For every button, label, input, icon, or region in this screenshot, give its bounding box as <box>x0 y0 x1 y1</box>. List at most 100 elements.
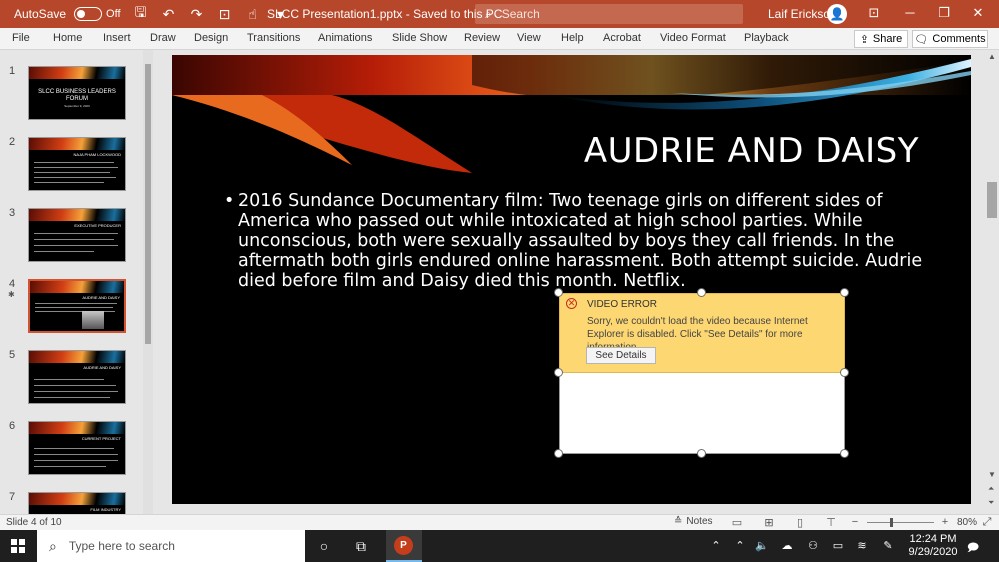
slide-title[interactable]: AUDRIE AND DAISY <box>584 131 919 171</box>
normal-view-icon[interactable]: ▭ <box>730 516 744 529</box>
present-icon[interactable]: ⊡ <box>217 6 233 23</box>
tab-view[interactable]: View <box>517 32 541 44</box>
tab-help[interactable]: Help <box>561 32 584 44</box>
slide-sorter-icon[interactable]: ⊞ <box>762 516 776 529</box>
slide-bullet-text[interactable]: • 2016 Sundance Documentary film: Two te… <box>224 191 924 291</box>
previous-slide-icon[interactable]: ⏶ <box>988 484 994 494</box>
task-view-icon[interactable]: ⧉ <box>352 538 370 555</box>
autosave-toggle[interactable] <box>74 7 103 21</box>
scrollbar-thumb[interactable] <box>145 64 151 344</box>
canvas-scrollbar[interactable]: ▲ ▼ ⏶ ⏷ <box>985 50 999 514</box>
thumbnail-text-line <box>34 182 104 183</box>
share-button[interactable]: ⇪ Share <box>854 30 908 48</box>
slide-thumbnail-1[interactable]: SLCC BUSINESS LEADERS FORUM September 9,… <box>28 66 126 120</box>
minimize-icon[interactable]: ─ <box>900 5 920 20</box>
taskbar-clock[interactable]: 12:24 PM 9/29/2020 <box>905 533 961 559</box>
thumbnail-title: SLCC BUSINESS LEADERS FORUM <box>38 89 116 102</box>
resize-handle[interactable] <box>840 449 849 458</box>
thumbnail-decoration <box>29 351 125 363</box>
people-icon[interactable]: ⚇ <box>805 539 821 552</box>
tab-insert[interactable]: Insert <box>103 32 131 44</box>
tab-design[interactable]: Design <box>194 32 228 44</box>
zoom-out-button[interactable]: − <box>848 516 862 528</box>
slide-indicator: Slide 4 of 10 <box>6 517 62 528</box>
zoom-slider-handle[interactable] <box>890 518 893 527</box>
tab-transitions[interactable]: Transitions <box>247 32 300 44</box>
cortana-icon[interactable]: ○ <box>315 538 333 554</box>
battery-icon[interactable]: ▭ <box>830 539 846 552</box>
reading-view-icon[interactable]: ▯ <box>793 516 807 529</box>
thumbnail-subtitle: September 9, 2020 <box>64 104 90 108</box>
thumbnail-text-line <box>34 385 116 386</box>
tab-video-format[interactable]: Video Format <box>660 32 726 44</box>
notes-button[interactable]: ≙ Notes <box>674 516 713 527</box>
thumbnail-text-line <box>34 167 118 168</box>
scroll-up-icon[interactable]: ▲ <box>988 52 996 61</box>
next-slide-icon[interactable]: ⏷ <box>988 498 994 508</box>
resize-handle[interactable] <box>697 288 706 297</box>
tab-file[interactable]: File <box>12 32 30 44</box>
wifi-icon[interactable]: ≋ <box>854 539 870 552</box>
powerpoint-taskbar-app[interactable]: P <box>386 530 422 562</box>
resize-handle[interactable] <box>554 449 563 458</box>
redo-icon[interactable]: ↷ <box>189 6 205 23</box>
ribbon-display-icon[interactable]: ⊡ <box>864 5 884 21</box>
restore-icon[interactable]: ❐ <box>934 5 954 21</box>
touch-mode-icon[interactable]: ☝ <box>245 6 261 23</box>
tab-playback[interactable]: Playback <box>744 32 789 44</box>
comments-label: Comments <box>932 33 986 45</box>
slide-thumbnails-pane: 1 SLCC BUSINESS LEADERS FORUM September … <box>0 50 155 514</box>
resize-handle[interactable] <box>840 288 849 297</box>
thumbnails-scrollbar[interactable] <box>143 50 153 514</box>
tray-overflow-icon[interactable]: ⌃ <box>708 539 724 552</box>
slide-thumbnail-7[interactable]: FILM INDUSTRY <box>28 492 126 514</box>
notes-icon: ≙ <box>674 516 683 527</box>
tab-home[interactable]: Home <box>53 32 82 44</box>
slide-thumbnail-2[interactable]: NAJA PHAM LOCKWOOD <box>28 137 126 191</box>
taskbar-search-box[interactable]: ⌕ Type here to search <box>37 530 305 562</box>
onedrive-icon[interactable]: ☁ <box>779 539 795 552</box>
slide-thumbnail-5[interactable]: AUDRIE AND DAISY <box>28 350 126 404</box>
chevron-up-icon[interactable]: ⌃ <box>732 539 748 552</box>
save-icon[interactable]: 🖫 <box>133 2 149 26</box>
zoom-in-button[interactable]: + <box>938 516 952 528</box>
tab-slide-show[interactable]: Slide Show <box>392 32 447 44</box>
thumbnail-text-line <box>34 448 114 449</box>
fit-to-window-icon[interactable]: ⤢ <box>980 516 994 529</box>
zoom-level[interactable]: 80% <box>957 517 977 528</box>
slide-show-view-icon[interactable]: ⊤ <box>824 516 838 529</box>
tab-draw[interactable]: Draw <box>150 32 176 44</box>
search-box[interactable]: ⌕ Search <box>475 4 743 24</box>
slide-thumbnail-6[interactable]: CURRENT PROJECT <box>28 421 126 475</box>
thumbnail-title: NAJA PHAM LOCKWOOD <box>73 152 121 157</box>
document-title: SLCC Presentation1.pptx - Saved to this … <box>267 7 503 21</box>
tab-animations[interactable]: Animations <box>318 32 372 44</box>
volume-icon[interactable]: 🔈 <box>754 539 770 552</box>
notifications-icon[interactable]: 🗩 <box>965 539 981 558</box>
slide-thumbnail-3[interactable]: EXECUTIVE PRODUCER <box>28 208 126 262</box>
title-bar: AutoSave Off 🖫 ↶ ↷ ⊡ ☝ ▾ SLCC Presentati… <box>0 0 999 28</box>
tab-acrobat[interactable]: Acrobat <box>603 32 641 44</box>
thumbnail-text-line <box>34 397 110 398</box>
comments-button[interactable]: 🗨 Comments <box>912 30 988 48</box>
zoom-slider[interactable] <box>867 522 934 523</box>
scrollbar-thumb[interactable] <box>987 182 997 218</box>
tab-review[interactable]: Review <box>464 32 500 44</box>
windows-start-icon[interactable] <box>11 539 25 553</box>
comment-icon: 🗨 <box>914 33 929 46</box>
close-icon[interactable]: ✕ <box>968 5 988 21</box>
slide-thumbnail-4[interactable]: AUDRIE AND DAISY <box>28 279 126 333</box>
resize-handle[interactable] <box>697 449 706 458</box>
see-details-button[interactable]: See Details <box>586 347 656 364</box>
scroll-down-icon[interactable]: ▼ <box>988 470 996 479</box>
pen-icon[interactable]: ✎ <box>880 539 896 552</box>
thumbnail-number: 7 <box>9 491 16 503</box>
taskbar-search-placeholder: Type here to search <box>68 539 175 553</box>
avatar[interactable]: 👤 <box>827 4 847 24</box>
resize-handle[interactable] <box>554 288 563 297</box>
resize-handle[interactable] <box>840 368 849 377</box>
undo-icon[interactable]: ↶ <box>161 6 177 23</box>
resize-handle[interactable] <box>554 368 563 377</box>
thumbnail-text-line <box>34 162 114 163</box>
thumbnail-text-line <box>34 379 104 380</box>
